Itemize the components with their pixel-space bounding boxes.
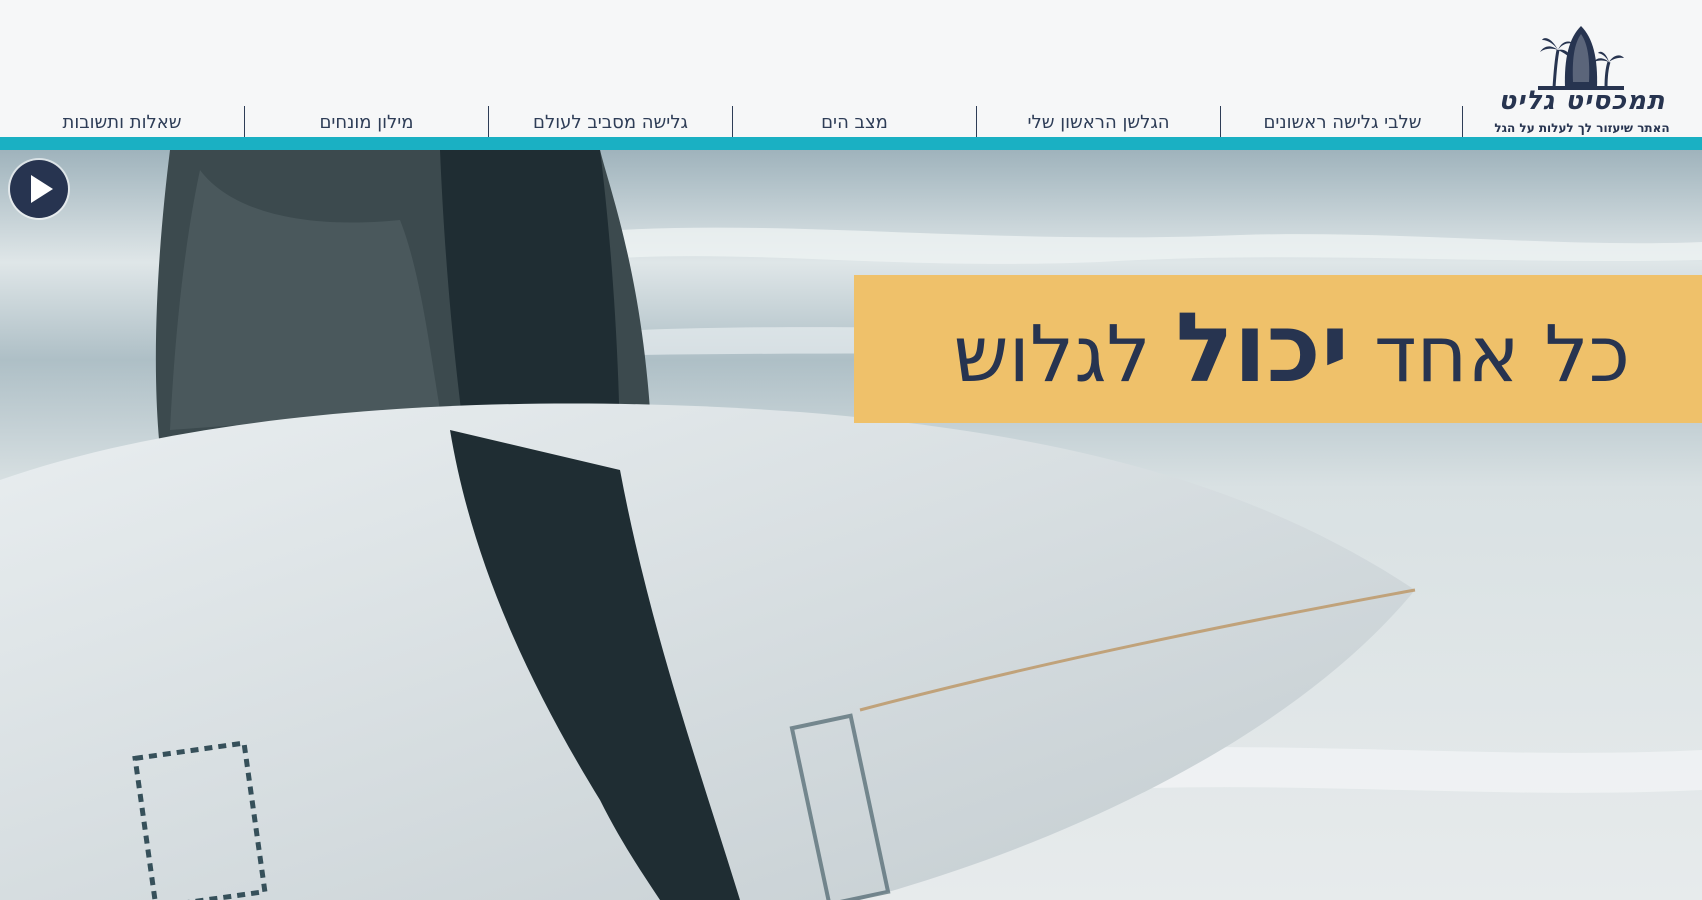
surfboard-palm-logo-icon bbox=[1538, 26, 1624, 90]
nav-item-faq[interactable]: שאלות ותשובות bbox=[0, 106, 244, 138]
nav-item-surfing-around-world[interactable]: גלישה מסביב לעולם bbox=[488, 106, 732, 138]
site-header: תמכסיט גליט האתר שיעזור לך לעלות על הגל … bbox=[0, 0, 1702, 140]
hero-headline-banner: כל אחד יכול לגלוש bbox=[854, 275, 1702, 423]
nav-item-sea-conditions[interactable]: מצב הים bbox=[732, 106, 976, 138]
hero-headline: כל אחד יכול לגלוש bbox=[953, 289, 1630, 414]
headline-emphasis: יכול bbox=[1175, 292, 1350, 404]
headline-part-1: כל אחד bbox=[1373, 310, 1630, 400]
logo-title: תמכסיט גליט bbox=[1498, 86, 1666, 116]
play-icon bbox=[31, 175, 53, 203]
nav-divider bbox=[1462, 106, 1463, 138]
logo-tagline: האתר שיעזור לך לעלות על הגל bbox=[1494, 121, 1670, 135]
nav-item-glossary[interactable]: מילון מונחים bbox=[244, 106, 488, 138]
video-play-button[interactable] bbox=[10, 160, 68, 218]
site-logo[interactable]: תמכסיט גליט האתר שיעזור לך לעלות על הגל bbox=[1494, 24, 1676, 140]
main-nav: שאלות ותשובות מילון מונחים גלישה מסביב ל… bbox=[0, 106, 1464, 138]
nav-item-first-surfing-steps[interactable]: שלבי גלישה ראשונים bbox=[1220, 106, 1464, 138]
headline-part-2: לגלוש bbox=[953, 310, 1151, 400]
hero-background-image bbox=[0, 150, 1702, 900]
header-accent-bar bbox=[0, 137, 1702, 150]
hero-video: כל אחד יכול לגלוש bbox=[0, 150, 1702, 900]
nav-item-my-first-surfboard[interactable]: הגלשן הראשון שלי bbox=[976, 106, 1220, 138]
